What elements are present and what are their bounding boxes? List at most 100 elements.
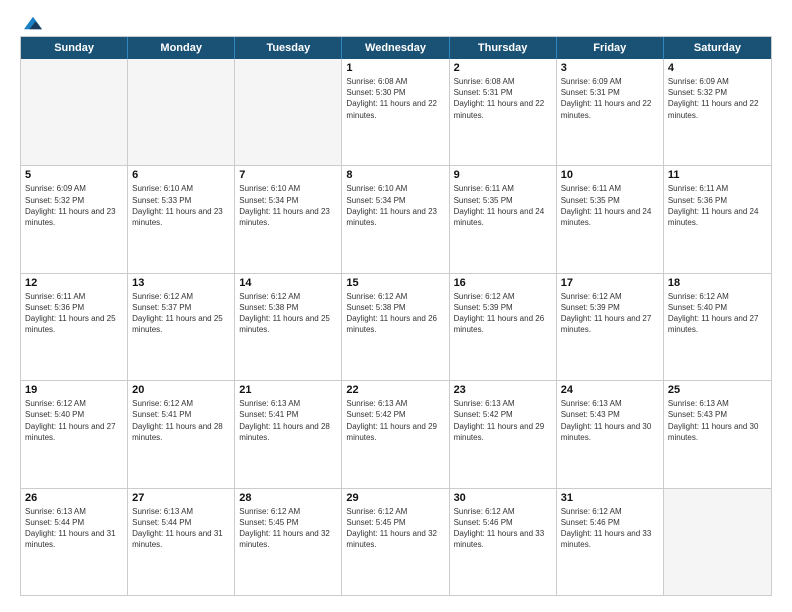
calendar-cell: 11Sunrise: 6:11 AMSunset: 5:36 PMDayligh… xyxy=(664,166,771,272)
calendar-row: 19 Sunrise: 6:12 AMSunset: 5:40 PMDayligh… xyxy=(21,381,771,488)
calendar-cell: 18Sunrise: 6:12 AMSunset: 5:40 PMDayligh… xyxy=(664,274,771,380)
calendar-cell xyxy=(21,59,128,165)
calendar-cell: 13 Sunrise: 6:12 AMSunset: 5:37 PMDayligh… xyxy=(128,274,235,380)
day-number: 2 xyxy=(454,62,552,74)
calendar-row: 1 Sunrise: 6:08 AMSunset: 5:30 PMDaylight… xyxy=(21,59,771,166)
day-number: 17 xyxy=(561,277,659,289)
calendar-cell: 23 Sunrise: 6:13 AMSunset: 5:42 PMDayligh… xyxy=(450,381,557,487)
calendar: SundayMondayTuesdayWednesdayThursdayFrid… xyxy=(20,36,772,596)
cell-info: Sunrise: 6:10 AMSunset: 5:34 PMDaylight:… xyxy=(346,183,444,228)
calendar-cell: 4 Sunrise: 6:09 AMSunset: 5:32 PMDaylight… xyxy=(664,59,771,165)
calendar-cell: 29Sunrise: 6:12 AMSunset: 5:45 PMDayligh… xyxy=(342,489,449,595)
calendar-cell: 25Sunrise: 6:13 AMSunset: 5:43 PMDayligh… xyxy=(664,381,771,487)
day-number: 27 xyxy=(132,492,230,504)
cell-info: Sunrise: 6:13 AMSunset: 5:42 PMDaylight:… xyxy=(454,398,552,443)
calendar-cell: 5 Sunrise: 6:09 AMSunset: 5:32 PMDaylight… xyxy=(21,166,128,272)
calendar-cell: 16 Sunrise: 6:12 AMSunset: 5:39 PMDayligh… xyxy=(450,274,557,380)
cell-info: Sunrise: 6:13 AMSunset: 5:41 PMDaylight:… xyxy=(239,398,337,443)
calendar-cell: 2 Sunrise: 6:08 AMSunset: 5:31 PMDaylight… xyxy=(450,59,557,165)
calendar-cell xyxy=(128,59,235,165)
day-number: 5 xyxy=(25,169,123,181)
day-number: 12 xyxy=(25,277,123,289)
cell-info: Sunrise: 6:09 AMSunset: 5:32 PMDaylight:… xyxy=(668,76,767,121)
cell-info: Sunrise: 6:12 AMSunset: 5:40 PMDaylight:… xyxy=(25,398,123,443)
calendar-cell xyxy=(664,489,771,595)
calendar-row: 26 Sunrise: 6:13 AMSunset: 5:44 PMDayligh… xyxy=(21,489,771,595)
calendar-body: 1 Sunrise: 6:08 AMSunset: 5:30 PMDaylight… xyxy=(21,59,771,595)
calendar-cell: 10 Sunrise: 6:11 AMSunset: 5:35 PMDayligh… xyxy=(557,166,664,272)
day-number: 3 xyxy=(561,62,659,74)
calendar-cell: 24 Sunrise: 6:13 AMSunset: 5:43 PMDayligh… xyxy=(557,381,664,487)
weekday-header: Friday xyxy=(557,37,664,59)
day-number: 19 xyxy=(25,384,123,396)
day-number: 28 xyxy=(239,492,337,504)
weekday-header: Thursday xyxy=(450,37,557,59)
page: SundayMondayTuesdayWednesdayThursdayFrid… xyxy=(0,0,792,612)
cell-info: Sunrise: 6:11 AMSunset: 5:35 PMDaylight:… xyxy=(454,183,552,228)
day-number: 26 xyxy=(25,492,123,504)
day-number: 16 xyxy=(454,277,552,289)
calendar-cell: 6Sunrise: 6:10 AMSunset: 5:33 PMDaylight… xyxy=(128,166,235,272)
header xyxy=(20,16,772,26)
calendar-cell: 21 Sunrise: 6:13 AMSunset: 5:41 PMDayligh… xyxy=(235,381,342,487)
calendar-cell: 14Sunrise: 6:12 AMSunset: 5:38 PMDayligh… xyxy=(235,274,342,380)
calendar-cell: 27 Sunrise: 6:13 AMSunset: 5:44 PMDayligh… xyxy=(128,489,235,595)
calendar-cell xyxy=(235,59,342,165)
day-number: 23 xyxy=(454,384,552,396)
calendar-cell: 31 Sunrise: 6:12 AMSunset: 5:46 PMDayligh… xyxy=(557,489,664,595)
day-number: 6 xyxy=(132,169,230,181)
cell-info: Sunrise: 6:09 AMSunset: 5:31 PMDaylight:… xyxy=(561,76,659,121)
cell-info: Sunrise: 6:13 AMSunset: 5:43 PMDaylight:… xyxy=(668,398,767,443)
calendar-header: SundayMondayTuesdayWednesdayThursdayFrid… xyxy=(21,37,771,59)
cell-info: Sunrise: 6:12 AMSunset: 5:46 PMDaylight:… xyxy=(454,506,552,551)
weekday-header: Saturday xyxy=(664,37,771,59)
cell-info: Sunrise: 6:12 AMSunset: 5:39 PMDaylight:… xyxy=(561,291,659,336)
cell-info: Sunrise: 6:08 AMSunset: 5:30 PMDaylight:… xyxy=(346,76,444,121)
day-number: 24 xyxy=(561,384,659,396)
calendar-cell: 28Sunrise: 6:12 AMSunset: 5:45 PMDayligh… xyxy=(235,489,342,595)
day-number: 7 xyxy=(239,169,337,181)
day-number: 11 xyxy=(668,169,767,181)
day-number: 9 xyxy=(454,169,552,181)
cell-info: Sunrise: 6:13 AMSunset: 5:42 PMDaylight:… xyxy=(346,398,444,443)
weekday-header: Sunday xyxy=(21,37,128,59)
weekday-header: Monday xyxy=(128,37,235,59)
day-number: 15 xyxy=(346,277,444,289)
day-number: 30 xyxy=(454,492,552,504)
cell-info: Sunrise: 6:13 AMSunset: 5:44 PMDaylight:… xyxy=(132,506,230,551)
cell-info: Sunrise: 6:08 AMSunset: 5:31 PMDaylight:… xyxy=(454,76,552,121)
cell-info: Sunrise: 6:11 AMSunset: 5:36 PMDaylight:… xyxy=(25,291,123,336)
day-number: 22 xyxy=(346,384,444,396)
logo xyxy=(20,16,42,26)
calendar-cell: 15Sunrise: 6:12 AMSunset: 5:38 PMDayligh… xyxy=(342,274,449,380)
day-number: 31 xyxy=(561,492,659,504)
day-number: 13 xyxy=(132,277,230,289)
day-number: 21 xyxy=(239,384,337,396)
cell-info: Sunrise: 6:11 AMSunset: 5:35 PMDaylight:… xyxy=(561,183,659,228)
day-number: 1 xyxy=(346,62,444,74)
calendar-cell: 17 Sunrise: 6:12 AMSunset: 5:39 PMDayligh… xyxy=(557,274,664,380)
calendar-cell: 3 Sunrise: 6:09 AMSunset: 5:31 PMDaylight… xyxy=(557,59,664,165)
calendar-cell: 7Sunrise: 6:10 AMSunset: 5:34 PMDaylight… xyxy=(235,166,342,272)
day-number: 29 xyxy=(346,492,444,504)
cell-info: Sunrise: 6:13 AMSunset: 5:43 PMDaylight:… xyxy=(561,398,659,443)
weekday-header: Wednesday xyxy=(342,37,449,59)
cell-info: Sunrise: 6:12 AMSunset: 5:37 PMDaylight:… xyxy=(132,291,230,336)
cell-info: Sunrise: 6:13 AMSunset: 5:44 PMDaylight:… xyxy=(25,506,123,551)
calendar-row: 12 Sunrise: 6:11 AMSunset: 5:36 PMDayligh… xyxy=(21,274,771,381)
day-number: 8 xyxy=(346,169,444,181)
calendar-cell: 1 Sunrise: 6:08 AMSunset: 5:30 PMDaylight… xyxy=(342,59,449,165)
weekday-header: Tuesday xyxy=(235,37,342,59)
cell-info: Sunrise: 6:12 AMSunset: 5:39 PMDaylight:… xyxy=(454,291,552,336)
day-number: 4 xyxy=(668,62,767,74)
cell-info: Sunrise: 6:12 AMSunset: 5:46 PMDaylight:… xyxy=(561,506,659,551)
day-number: 10 xyxy=(561,169,659,181)
day-number: 20 xyxy=(132,384,230,396)
calendar-cell: 19 Sunrise: 6:12 AMSunset: 5:40 PMDayligh… xyxy=(21,381,128,487)
calendar-cell: 12 Sunrise: 6:11 AMSunset: 5:36 PMDayligh… xyxy=(21,274,128,380)
day-number: 18 xyxy=(668,277,767,289)
cell-info: Sunrise: 6:09 AMSunset: 5:32 PMDaylight:… xyxy=(25,183,123,228)
calendar-cell: 20Sunrise: 6:12 AMSunset: 5:41 PMDayligh… xyxy=(128,381,235,487)
day-number: 14 xyxy=(239,277,337,289)
calendar-row: 5 Sunrise: 6:09 AMSunset: 5:32 PMDaylight… xyxy=(21,166,771,273)
